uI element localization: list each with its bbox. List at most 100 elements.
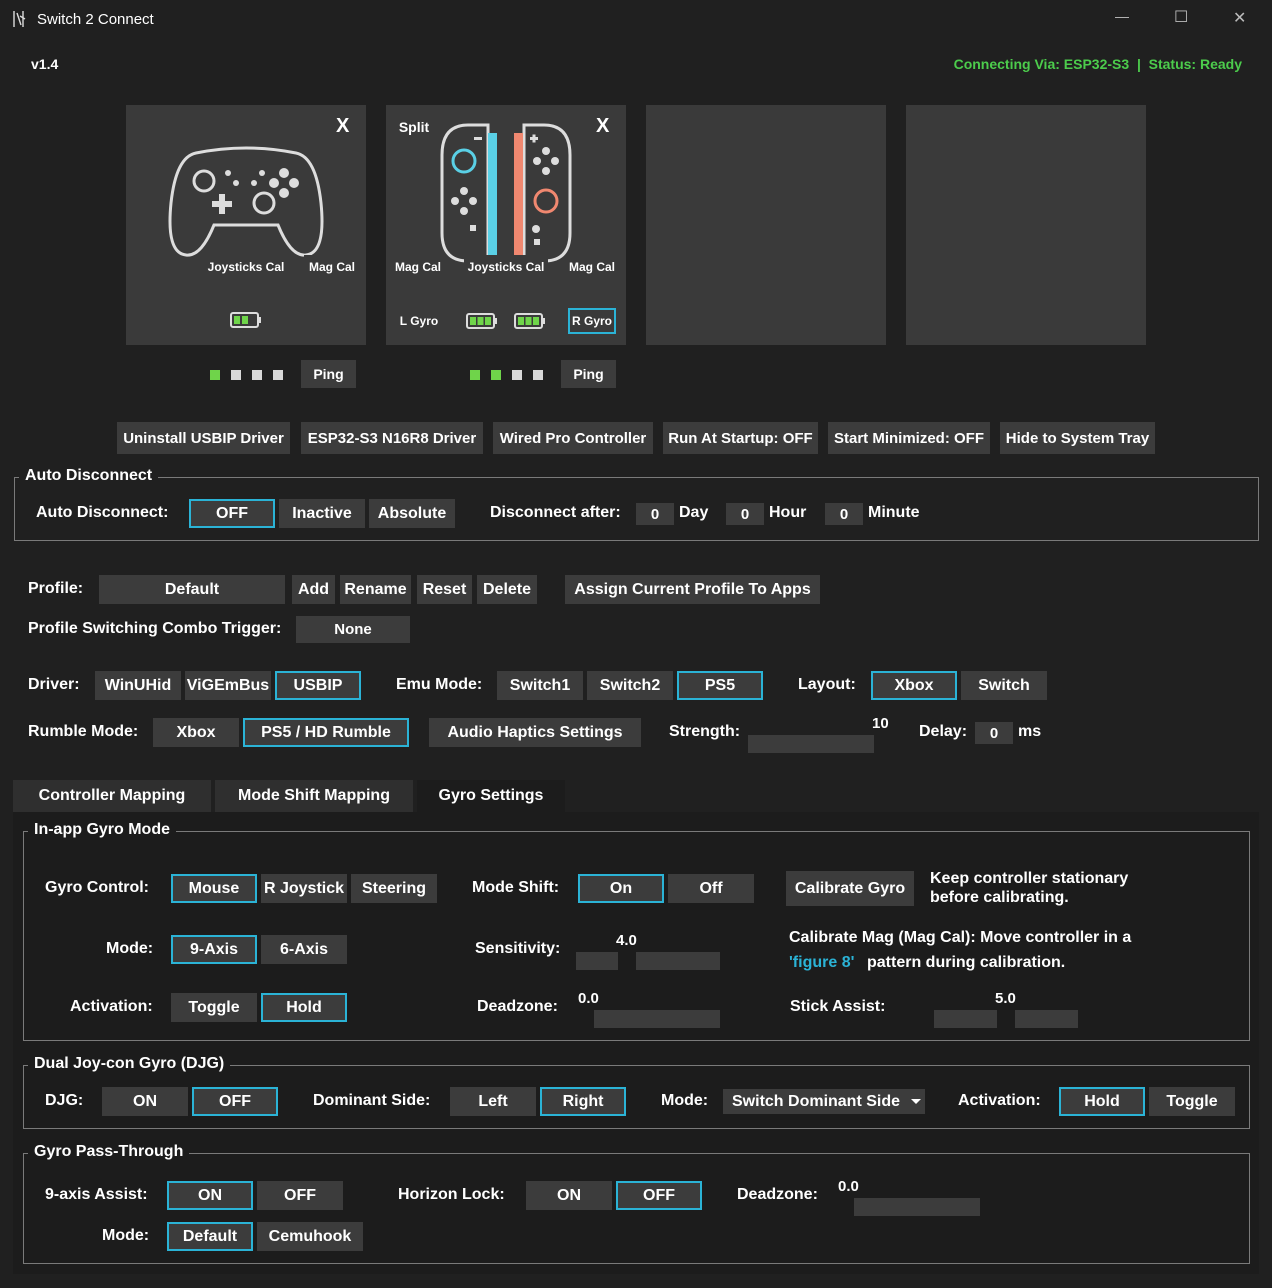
pro-card-close-button[interactable]: X (336, 115, 349, 138)
djg-off-button[interactable]: OFF (192, 1087, 278, 1116)
auto-disconnect-inactive-button[interactable]: Inactive (279, 499, 365, 528)
horizon-lock-off-button[interactable]: OFF (616, 1181, 702, 1210)
nine-axis-assist-on-button[interactable]: ON (167, 1181, 253, 1210)
maximize-icon[interactable]: ☐ (1174, 7, 1188, 27)
player-led-4 (273, 370, 283, 380)
nine-axis-assist-label: 9-axis Assist: (45, 1186, 148, 1203)
delay-unit: ms (1018, 723, 1042, 740)
stick-assist-slider-low[interactable] (934, 1010, 997, 1028)
day-label: Day (679, 504, 709, 521)
minute-label: Minute (868, 504, 920, 521)
app-icon (12, 10, 26, 28)
rename-profile-button[interactable]: Rename (340, 575, 411, 604)
dominant-right-button[interactable]: Right (540, 1087, 626, 1116)
audio-haptics-button[interactable]: Audio Haptics Settings (429, 718, 641, 747)
disconnect-minute-input[interactable]: 0 (825, 503, 863, 525)
joycon-card-close-button[interactable]: X (596, 115, 609, 138)
pro-controller-card[interactable]: X Joysticks Cal Mag Cal (126, 105, 366, 345)
sensitivity-slider-high[interactable] (636, 952, 720, 970)
gyro-pass-through-title: Gyro Pass-Through (28, 1143, 190, 1161)
mode-shift-on-button[interactable]: On (578, 874, 664, 903)
gyro-steering-button[interactable]: Steering (351, 874, 437, 903)
emu-switch2-button[interactable]: Switch2 (587, 671, 673, 700)
combo-trigger-label: Profile Switching Combo Trigger: (28, 620, 282, 637)
joycon-joysticks-cal-button[interactable]: Joysticks Cal (464, 255, 548, 279)
driver-winuhid-button[interactable]: WinUHid (95, 671, 181, 700)
activation-hold-button[interactable]: Hold (261, 993, 347, 1022)
delay-label: Delay: (919, 723, 968, 740)
djg-hold-button[interactable]: Hold (1059, 1087, 1145, 1116)
tab-controller-mapping[interactable]: Controller Mapping (13, 780, 211, 812)
player-led-2 (231, 370, 241, 380)
pass-mode-cemuhook-button[interactable]: Cemuhook (257, 1222, 363, 1251)
strength-slider[interactable] (748, 735, 874, 753)
profile-label: Profile: (28, 580, 84, 597)
start-minimized-button[interactable]: Start Minimized: OFF (828, 422, 990, 454)
dominant-left-button[interactable]: Left (450, 1087, 536, 1116)
stick-assist-slider-high[interactable] (1015, 1010, 1078, 1028)
profile-select[interactable]: Default (99, 575, 285, 604)
emu-switch1-button[interactable]: Switch1 (497, 671, 583, 700)
auto-disconnect-absolute-button[interactable]: Absolute (369, 499, 455, 528)
delay-input[interactable]: 0 (975, 722, 1013, 744)
close-icon[interactable]: ✕ (1233, 8, 1246, 28)
disconnect-hour-input[interactable]: 0 (726, 503, 764, 525)
activation-toggle-button[interactable]: Toggle (171, 993, 257, 1022)
battery-icon (230, 312, 261, 328)
left-mag-cal-button[interactable]: Mag Cal (392, 255, 444, 279)
figure-8-link[interactable]: 'figure 8' (789, 954, 854, 972)
deadzone-slider[interactable] (594, 1010, 720, 1028)
driver-usbip-button[interactable]: USBIP (275, 671, 361, 700)
rumble-xbox-button[interactable]: Xbox (153, 718, 239, 747)
r-gyro-button[interactable]: R Gyro (568, 308, 616, 334)
window-title: Switch 2 Connect (37, 11, 154, 28)
delete-profile-button[interactable]: Delete (477, 575, 537, 604)
wired-pro-controller-button[interactable]: Wired Pro Controller (493, 422, 653, 454)
emu-ps5-button[interactable]: PS5 (677, 671, 763, 700)
djg-toggle-button[interactable]: Toggle (1149, 1087, 1235, 1116)
pro-joysticks-cal-button[interactable]: Joysticks Cal (202, 255, 290, 279)
right-mag-cal-button[interactable]: Mag Cal (566, 255, 618, 279)
joycon-card[interactable]: Split X Mag Cal Joysticks Cal Mag Cal L … (386, 105, 626, 345)
assign-profile-button[interactable]: Assign Current Profile To Apps (565, 575, 820, 604)
pro-ping-button[interactable]: Ping (301, 360, 356, 388)
uninstall-usbip-button[interactable]: Uninstall USBIP Driver (117, 422, 290, 454)
rumble-ps5-button[interactable]: PS5 / HD Rumble (243, 718, 409, 747)
mode-shift-off-button[interactable]: Off (668, 874, 754, 903)
gyro-mouse-button[interactable]: Mouse (171, 874, 257, 903)
player-led-2 (491, 370, 501, 380)
hide-to-tray-button[interactable]: Hide to System Tray (1000, 422, 1155, 454)
calibrate-gyro-button[interactable]: Calibrate Gyro (786, 871, 914, 906)
djg-on-button[interactable]: ON (102, 1087, 188, 1116)
layout-switch-button[interactable]: Switch (961, 671, 1047, 700)
connection-status: Connecting Via: ESP32-S3 | Status: Ready (953, 56, 1242, 72)
tab-gyro-settings[interactable]: Gyro Settings (417, 780, 565, 812)
deadzone-label: Deadzone: (477, 998, 558, 1015)
reset-profile-button[interactable]: Reset (417, 575, 472, 604)
horizon-lock-on-button[interactable]: ON (526, 1181, 612, 1210)
layout-xbox-button[interactable]: Xbox (871, 671, 957, 700)
l-gyro-button[interactable]: L Gyro (394, 309, 444, 333)
combo-trigger-select[interactable]: None (296, 616, 410, 643)
version-label: v1.4 (31, 56, 59, 72)
auto-disconnect-off-button[interactable]: OFF (189, 499, 275, 528)
driver-vigembus-button[interactable]: ViGEmBus (185, 671, 271, 700)
esp32-driver-button[interactable]: ESP32-S3 N16R8 Driver (301, 422, 483, 454)
pass-mode-default-button[interactable]: Default (167, 1222, 253, 1251)
split-button[interactable]: Split (392, 113, 436, 141)
pro-mag-cal-button[interactable]: Mag Cal (304, 255, 360, 279)
tab-mode-shift-mapping[interactable]: Mode Shift Mapping (215, 780, 413, 812)
add-profile-button[interactable]: Add (292, 575, 335, 604)
run-at-startup-button[interactable]: Run At Startup: OFF (663, 422, 818, 454)
joycon-ping-button[interactable]: Ping (561, 360, 616, 388)
gyro-rjoystick-button[interactable]: R Joystick (261, 874, 347, 903)
disconnect-day-input[interactable]: 0 (636, 503, 674, 525)
nine-axis-assist-off-button[interactable]: OFF (257, 1181, 343, 1210)
djg-mode-select[interactable]: Switch Dominant Side (723, 1089, 925, 1114)
gyro-6axis-button[interactable]: 6-Axis (261, 935, 347, 964)
minimize-icon[interactable]: — (1115, 8, 1129, 24)
sensitivity-slider-low[interactable] (576, 952, 618, 970)
player-led-3 (252, 370, 262, 380)
pass-deadzone-slider[interactable] (854, 1198, 980, 1216)
gyro-9axis-button[interactable]: 9-Axis (171, 935, 257, 964)
